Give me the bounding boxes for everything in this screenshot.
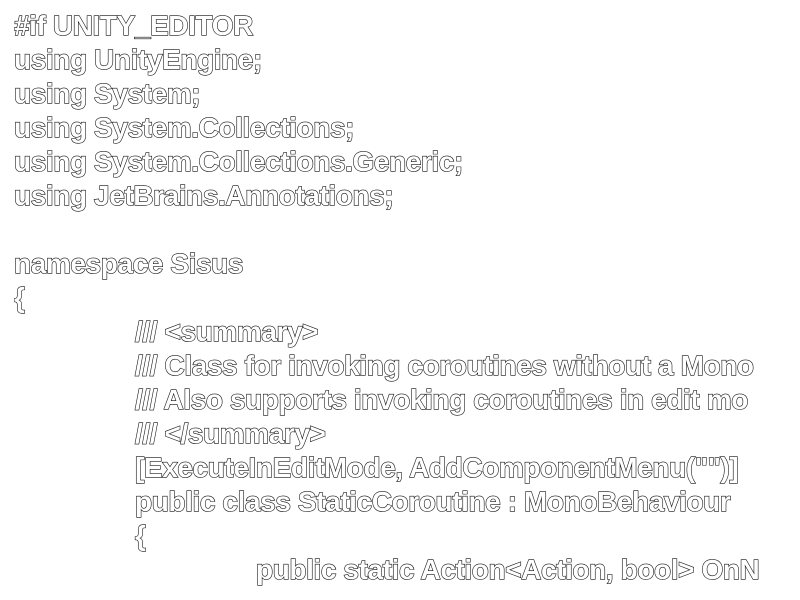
code-line-using-collections: using System.Collections; [14, 111, 355, 143]
code-line-summary-open: /// <summary> [134, 315, 319, 347]
code-line-summary-close: /// </summary> [134, 417, 326, 449]
code-line-summary-text-1: /// Class for invoking coroutines withou… [134, 349, 754, 381]
code-line-attributes: [ExecuteInEditMode, AddComponentMenu("")… [134, 451, 739, 483]
code-line-namespace: namespace Sisus [14, 247, 244, 279]
code-line-class-open-brace: { [134, 519, 146, 551]
code-line-using-generic: using System.Collections.Generic; [14, 145, 464, 177]
code-editor[interactable]: #if UNITY_EDITOR using UnityEngine; usin… [14, 9, 800, 600]
code-line-using-unityengine: using UnityEngine; [14, 43, 263, 75]
code-line-summary-text-2: /// Also supports invoking coroutines in… [134, 383, 749, 415]
code-line-preprocessor: #if UNITY_EDITOR [14, 9, 254, 41]
code-line-using-system: using System; [14, 77, 201, 109]
code-line-class-declaration: public class StaticCoroutine : MonoBehav… [134, 485, 731, 517]
code-line-using-annotations: using JetBrains.Annotations; [14, 179, 394, 211]
code-line-field-declaration: public static Action<Action, bool> OnN [255, 553, 760, 585]
code-line-open-brace: { [14, 281, 26, 313]
